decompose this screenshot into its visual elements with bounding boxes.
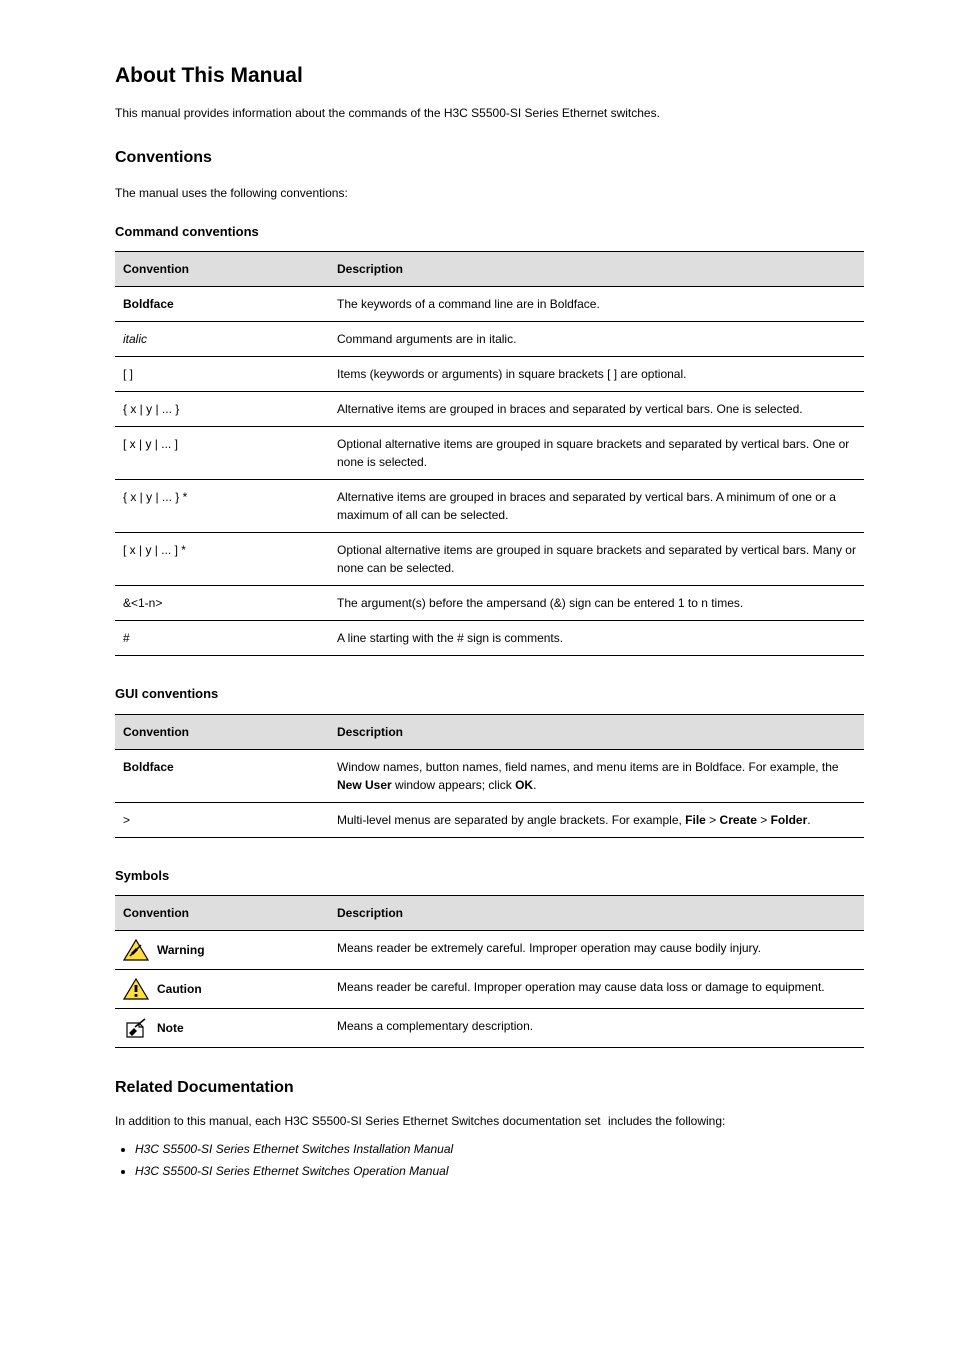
related-doc-list: H3C S5500-SI Series Ethernet Switches In…: [115, 1140, 864, 1180]
table-row: &<1-n>The argument(s) before the ampersa…: [115, 586, 864, 621]
description-cell: A line starting with the # sign is comme…: [329, 621, 864, 656]
table-row: italicCommand arguments are in italic.: [115, 322, 864, 357]
convention-cell: { x | y | ... } *: [115, 480, 329, 533]
note-label: Note: [157, 1019, 184, 1037]
convention-cell: &<1-n>: [115, 586, 329, 621]
col-header-convention: Convention: [115, 714, 329, 749]
description-cell: Means reader be extremely careful. Impro…: [329, 931, 864, 970]
command-conv-heading: Command conventions: [115, 222, 864, 242]
table-row: Caution Means reader be careful. Improper…: [115, 970, 864, 1009]
description-cell: The keywords of a command line are in Bo…: [329, 287, 864, 322]
convention-cell: Warning: [115, 931, 329, 970]
col-header-convention: Convention: [115, 896, 329, 931]
table-row: { x | y | ... }Alternative items are gro…: [115, 392, 864, 427]
table-row: >Multi-level menus are separated by angl…: [115, 802, 864, 837]
command-conventions-table: Convention Description BoldfaceThe keywo…: [115, 251, 864, 656]
note-icon: [123, 1017, 149, 1039]
convention-cell: Boldface: [115, 287, 329, 322]
warning-icon: [123, 939, 149, 961]
convention-cell: italic: [115, 322, 329, 357]
table-row: BoldfaceThe keywords of a command line a…: [115, 287, 864, 322]
description-cell: Means reader be careful. Improper operat…: [329, 970, 864, 1009]
conventions-heading: Conventions: [115, 146, 864, 170]
col-header-description: Description: [329, 714, 864, 749]
table-row: Note Means a complementary description.: [115, 1009, 864, 1048]
description-cell: Items (keywords or arguments) in square …: [329, 357, 864, 392]
description-cell: Alternative items are grouped in braces …: [329, 392, 864, 427]
related-doc-item: H3C S5500-SI Series Ethernet Switches In…: [135, 1140, 864, 1158]
description-cell: The argument(s) before the ampersand (&)…: [329, 586, 864, 621]
convention-cell: Note: [115, 1009, 329, 1048]
caution-icon: [123, 978, 149, 1000]
table-row: [ x | y | ... ]Optional alternative item…: [115, 427, 864, 480]
description-cell: Optional alternative items are grouped i…: [329, 533, 864, 586]
convention-cell: { x | y | ... }: [115, 392, 329, 427]
symbols-table: Convention Description Warning Means read…: [115, 895, 864, 1048]
convention-cell: Boldface: [115, 749, 329, 802]
description-cell: Alternative items are grouped in braces …: [329, 480, 864, 533]
intro-text: This manual provides information about t…: [115, 104, 864, 122]
description-cell: Command arguments are in italic.: [329, 322, 864, 357]
col-header-description: Description: [329, 252, 864, 287]
symbols-heading: Symbols: [115, 866, 864, 886]
related-heading: Related Documentation: [115, 1076, 864, 1100]
convention-cell: [ x | y | ... ] *: [115, 533, 329, 586]
table-row: [ ]Items (keywords or arguments) in squa…: [115, 357, 864, 392]
table-row: #A line starting with the # sign is comm…: [115, 621, 864, 656]
description-cell: Optional alternative items are grouped i…: [329, 427, 864, 480]
description-cell: Window names, button names, field names,…: [329, 749, 864, 802]
related-lead: In addition to this manual, each H3C S55…: [115, 1112, 864, 1130]
convention-cell: #: [115, 621, 329, 656]
convention-cell: Caution: [115, 970, 329, 1009]
page-title: About This Manual: [115, 60, 864, 92]
table-row: [ x | y | ... ] *Optional alternative it…: [115, 533, 864, 586]
description-cell: Multi-level menus are separated by angle…: [329, 802, 864, 837]
convention-cell: [ x | y | ... ]: [115, 427, 329, 480]
convention-cell: >: [115, 802, 329, 837]
table-row: Warning Means reader be extremely careful…: [115, 931, 864, 970]
caution-label: Caution: [157, 980, 202, 998]
convention-cell: [ ]: [115, 357, 329, 392]
table-row: BoldfaceWindow names, button names, fiel…: [115, 749, 864, 802]
col-header-description: Description: [329, 896, 864, 931]
gui-conv-heading: GUI conventions: [115, 684, 864, 704]
description-cell: Means a complementary description.: [329, 1009, 864, 1048]
gui-conventions-table: Convention Description BoldfaceWindow na…: [115, 714, 864, 838]
conventions-lead: The manual uses the following convention…: [115, 184, 864, 202]
table-row: { x | y | ... } *Alternative items are g…: [115, 480, 864, 533]
related-doc-item: H3C S5500-SI Series Ethernet Switches Op…: [135, 1162, 864, 1180]
col-header-convention: Convention: [115, 252, 329, 287]
warning-label: Warning: [157, 941, 205, 959]
